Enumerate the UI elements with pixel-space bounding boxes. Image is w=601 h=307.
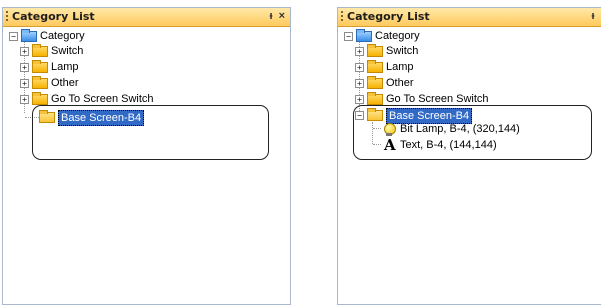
tree-label: Other [386, 77, 414, 89]
expand-toggle[interactable]: + [20, 63, 29, 72]
panel-title: Category List [12, 10, 95, 23]
expand-toggle[interactable]: + [355, 63, 364, 72]
expand-toggle[interactable]: + [20, 95, 29, 104]
expand-toggle[interactable]: + [20, 47, 29, 56]
tree-label: Go To Screen Switch [51, 93, 154, 105]
category-folder-icon [356, 29, 372, 42]
tree-label: Lamp [51, 61, 79, 73]
expand-toggle[interactable]: + [355, 47, 364, 56]
collapse-toggle[interactable]: − [9, 32, 18, 41]
expand-toggle[interactable]: + [20, 79, 29, 88]
drag-grip-icon[interactable] [6, 11, 8, 23]
panel-titlebar[interactable]: Category List ᵻ× [338, 8, 601, 27]
folder-icon [32, 76, 48, 89]
category-folder-icon [21, 29, 37, 42]
highlight-outline [32, 105, 269, 160]
category-list-panel-right: Category List ᵻ× − Category + Switch + L… [337, 7, 601, 305]
highlight-outline [353, 105, 592, 160]
folder-icon [367, 76, 383, 89]
category-list-panel-left: Category List ᵻ × − Category + Switch + L… [2, 7, 291, 305]
tree-label: Lamp [386, 61, 414, 73]
pin-icon[interactable]: ᵻ [592, 10, 595, 22]
expand-toggle[interactable]: + [355, 79, 364, 88]
panel-title: Category List [347, 10, 430, 23]
pin-icon[interactable]: ᵻ [270, 10, 273, 22]
tree-label: Other [51, 77, 79, 89]
folder-icon [32, 92, 48, 105]
tree-label: Go To Screen Switch [386, 93, 489, 105]
folder-icon [367, 60, 383, 73]
tree-label: Category [40, 30, 85, 42]
folder-icon [367, 44, 383, 57]
tree-label: Switch [51, 45, 84, 57]
folder-icon [32, 60, 48, 73]
expand-toggle[interactable]: + [355, 95, 364, 104]
tree-label: Category [375, 30, 420, 42]
category-tree: − Category + Switch + Lamp + Other + Go … [338, 28, 601, 304]
collapse-toggle[interactable]: − [344, 32, 353, 41]
tree-label: Switch [386, 45, 419, 57]
folder-icon [367, 92, 383, 105]
close-icon[interactable]: × [279, 10, 285, 22]
category-tree: − Category + Switch + Lamp + Other + Go … [3, 28, 290, 304]
drag-grip-icon[interactable] [341, 11, 343, 23]
panel-titlebar[interactable]: Category List ᵻ × [3, 8, 290, 27]
folder-icon [32, 44, 48, 57]
